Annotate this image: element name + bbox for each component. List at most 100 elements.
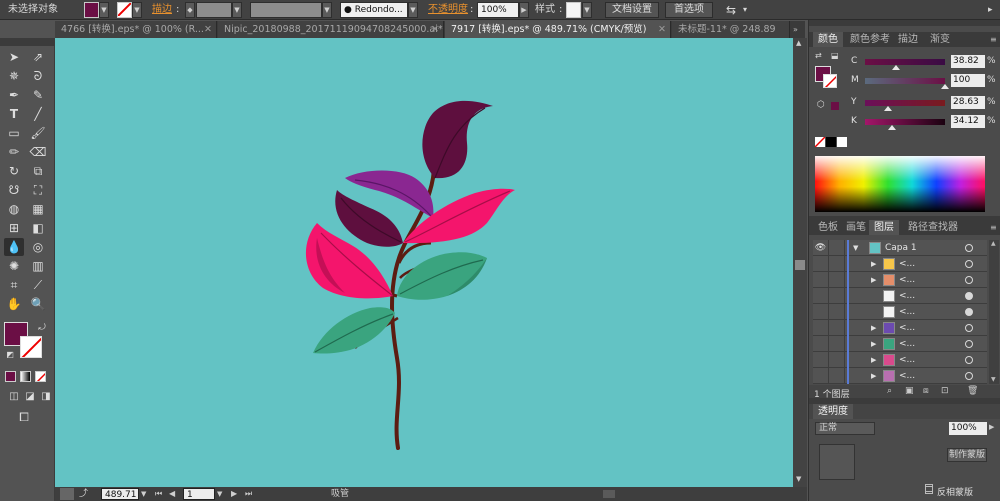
k-slider[interactable] xyxy=(865,119,945,125)
preferences-button[interactable]: 首选项 xyxy=(665,2,713,18)
new-sublayer-icon[interactable]: ⧈ xyxy=(923,386,929,396)
expand-triangle-icon[interactable]: ▶ xyxy=(871,368,876,384)
slice-tool-icon[interactable]: ⟋ xyxy=(28,276,48,294)
sublayer-name[interactable]: <... xyxy=(899,288,915,304)
target-circle-icon[interactable] xyxy=(965,276,973,284)
layer-name[interactable]: Capa 1 xyxy=(885,240,917,256)
invert-mask-checkbox[interactable] xyxy=(925,486,933,494)
tab-doc-4766[interactable]: 4766 [转换].eps* @ 100% (R... ✕ xyxy=(55,21,217,38)
blend-mode-select[interactable]: 正常 xyxy=(815,422,875,435)
paintbrush-tool-icon[interactable]: 🖌 xyxy=(28,124,48,142)
page-field[interactable]: 1 xyxy=(183,488,215,500)
first-page-icon[interactable]: ⏮ xyxy=(155,488,162,500)
c-value-field[interactable]: 38.82 xyxy=(951,55,985,68)
more-tabs-icon[interactable]: » xyxy=(793,21,798,38)
tab-doc-7917[interactable]: 7917 [转换].eps* @ 489.71% (CMYK/预览) ✕ xyxy=(445,21,671,38)
close-icon[interactable]: ✕ xyxy=(204,21,212,38)
sublayer-name[interactable]: <... xyxy=(899,304,915,320)
tab-brushes[interactable]: 画笔 xyxy=(841,220,871,235)
stroke-weight-stepper[interactable]: ◆ xyxy=(185,2,195,18)
expand-triangle-icon[interactable]: ▶ xyxy=(871,272,876,288)
variable-width-dropdown-icon[interactable]: ▼ xyxy=(322,2,332,18)
layers-scrollbar[interactable]: ▲ ▼ xyxy=(989,240,999,384)
rotate-tool-icon[interactable]: ↻ xyxy=(4,162,24,180)
expand-triangle-icon[interactable]: ▶ xyxy=(871,352,876,368)
white-swatch[interactable] xyxy=(837,137,847,147)
style-swatch[interactable] xyxy=(566,2,581,18)
c-slider-knob[interactable] xyxy=(892,65,901,70)
curvature-tool-icon[interactable]: ✎ xyxy=(28,86,48,104)
export-icon[interactable]: ⤴ xyxy=(79,488,88,500)
y-slider-knob[interactable] xyxy=(884,106,893,111)
delete-layer-icon[interactable]: 🗑 xyxy=(967,386,978,396)
mesh-tool-icon[interactable]: ⊞ xyxy=(4,219,24,237)
expand-triangle-icon[interactable]: ▼ xyxy=(853,240,858,256)
blend-tool-icon[interactable]: ◎ xyxy=(28,238,48,256)
black-swatch[interactable] xyxy=(826,137,836,147)
selection-tool-icon[interactable]: ➤ xyxy=(4,48,24,66)
sublayer-row[interactable]: <... xyxy=(813,288,987,304)
y-value-field[interactable]: 28.63 xyxy=(951,96,985,109)
sublayer-row[interactable]: ▶ <... xyxy=(813,320,987,336)
variable-width-field[interactable] xyxy=(250,2,322,18)
warp-tool-icon[interactable]: ☋ xyxy=(4,181,24,199)
m-value-field[interactable]: 100 xyxy=(951,74,985,87)
stroke-color-box[interactable] xyxy=(20,336,42,358)
panel-menu-icon[interactable]: ≡ xyxy=(985,32,1000,47)
tab-stroke[interactable]: 描边 xyxy=(893,32,923,47)
canvas[interactable] xyxy=(55,38,793,487)
tab-transparency[interactable]: 透明度 xyxy=(813,404,853,419)
stroke-weight-dropdown-icon[interactable]: ▼ xyxy=(232,2,242,18)
magic-wand-tool-icon[interactable]: ✵ xyxy=(4,67,24,85)
tab-doc-untitled[interactable]: 未标题-11* @ 248.89 xyxy=(672,21,790,38)
stroke-label[interactable]: 描边 xyxy=(152,2,172,18)
y-slider[interactable] xyxy=(865,100,945,106)
target-circle-icon[interactable] xyxy=(965,340,973,348)
k-value-field[interactable]: 34.12 xyxy=(951,115,985,128)
lasso-tool-icon[interactable]: ᘐ xyxy=(28,67,48,85)
sublayer-name[interactable]: <... xyxy=(899,368,915,384)
fill-dropdown-icon[interactable]: ▼ xyxy=(99,2,109,18)
last-page-icon[interactable]: ⏭ xyxy=(245,488,252,500)
default-colors-icon[interactable]: ◩ xyxy=(0,346,20,364)
c-slider[interactable] xyxy=(865,59,945,65)
target-circle-icon[interactable] xyxy=(965,260,973,268)
pen-tool-icon[interactable]: ✒ xyxy=(4,86,24,104)
layer-row-top[interactable]: 👁 ▼ Capa 1 xyxy=(813,240,987,256)
color-spectrum[interactable] xyxy=(815,156,985,212)
stroke-dropdown-icon[interactable]: ▼ xyxy=(132,2,142,18)
sublayer-row[interactable]: ▶ <... xyxy=(813,256,987,272)
eyedropper-tool-icon[interactable]: 💧 xyxy=(4,238,24,256)
brush-dropdown-icon[interactable]: ▼ xyxy=(408,2,418,18)
screen-mode-icon[interactable]: ⧠ xyxy=(14,408,34,426)
draw-inside-icon[interactable]: ◨ xyxy=(36,388,56,406)
pencil-tool-icon[interactable]: ✏ xyxy=(4,143,24,161)
sublayer-name[interactable]: <... xyxy=(899,272,915,288)
panel-grip[interactable] xyxy=(809,20,1000,26)
sublayer-name[interactable]: <... xyxy=(899,352,915,368)
page-dropdown-icon[interactable]: ▼ xyxy=(217,488,222,500)
panel-menu-icon[interactable]: ≡ xyxy=(985,220,1000,235)
style-dropdown-icon[interactable]: ▼ xyxy=(582,2,592,18)
tab-color-guide[interactable]: 颜色参考 xyxy=(845,32,895,47)
tab-layers[interactable]: 图层 xyxy=(869,220,899,235)
transparency-opacity-field[interactable]: 100% xyxy=(949,422,987,435)
scroll-down-icon[interactable]: ▼ xyxy=(991,376,996,383)
tab-swatches[interactable]: 色板 xyxy=(813,220,843,235)
target-circle-icon[interactable] xyxy=(965,308,973,316)
close-icon[interactable]: ✕ xyxy=(431,21,439,38)
expand-triangle-icon[interactable]: ▶ xyxy=(871,336,876,352)
shape-builder-tool-icon[interactable]: ◍ xyxy=(4,200,24,218)
panel-menu-icon[interactable]: ▾ xyxy=(743,2,747,18)
column-graph-tool-icon[interactable]: ▥ xyxy=(28,257,48,275)
next-page-icon[interactable]: ▶ xyxy=(231,488,237,500)
arrange-icon[interactable]: ⇆ xyxy=(726,2,736,18)
m-slider-knob[interactable] xyxy=(941,84,949,89)
tools-grip[interactable] xyxy=(0,38,55,46)
target-circle-icon[interactable] xyxy=(965,244,973,252)
free-transform-tool-icon[interactable]: ⛶ xyxy=(28,181,48,199)
scroll-thumb[interactable] xyxy=(795,260,805,270)
expand-triangle-icon[interactable]: ▶ xyxy=(871,256,876,272)
zoom-field[interactable]: 489.71 xyxy=(101,488,139,500)
none-swatch[interactable] xyxy=(815,137,825,147)
